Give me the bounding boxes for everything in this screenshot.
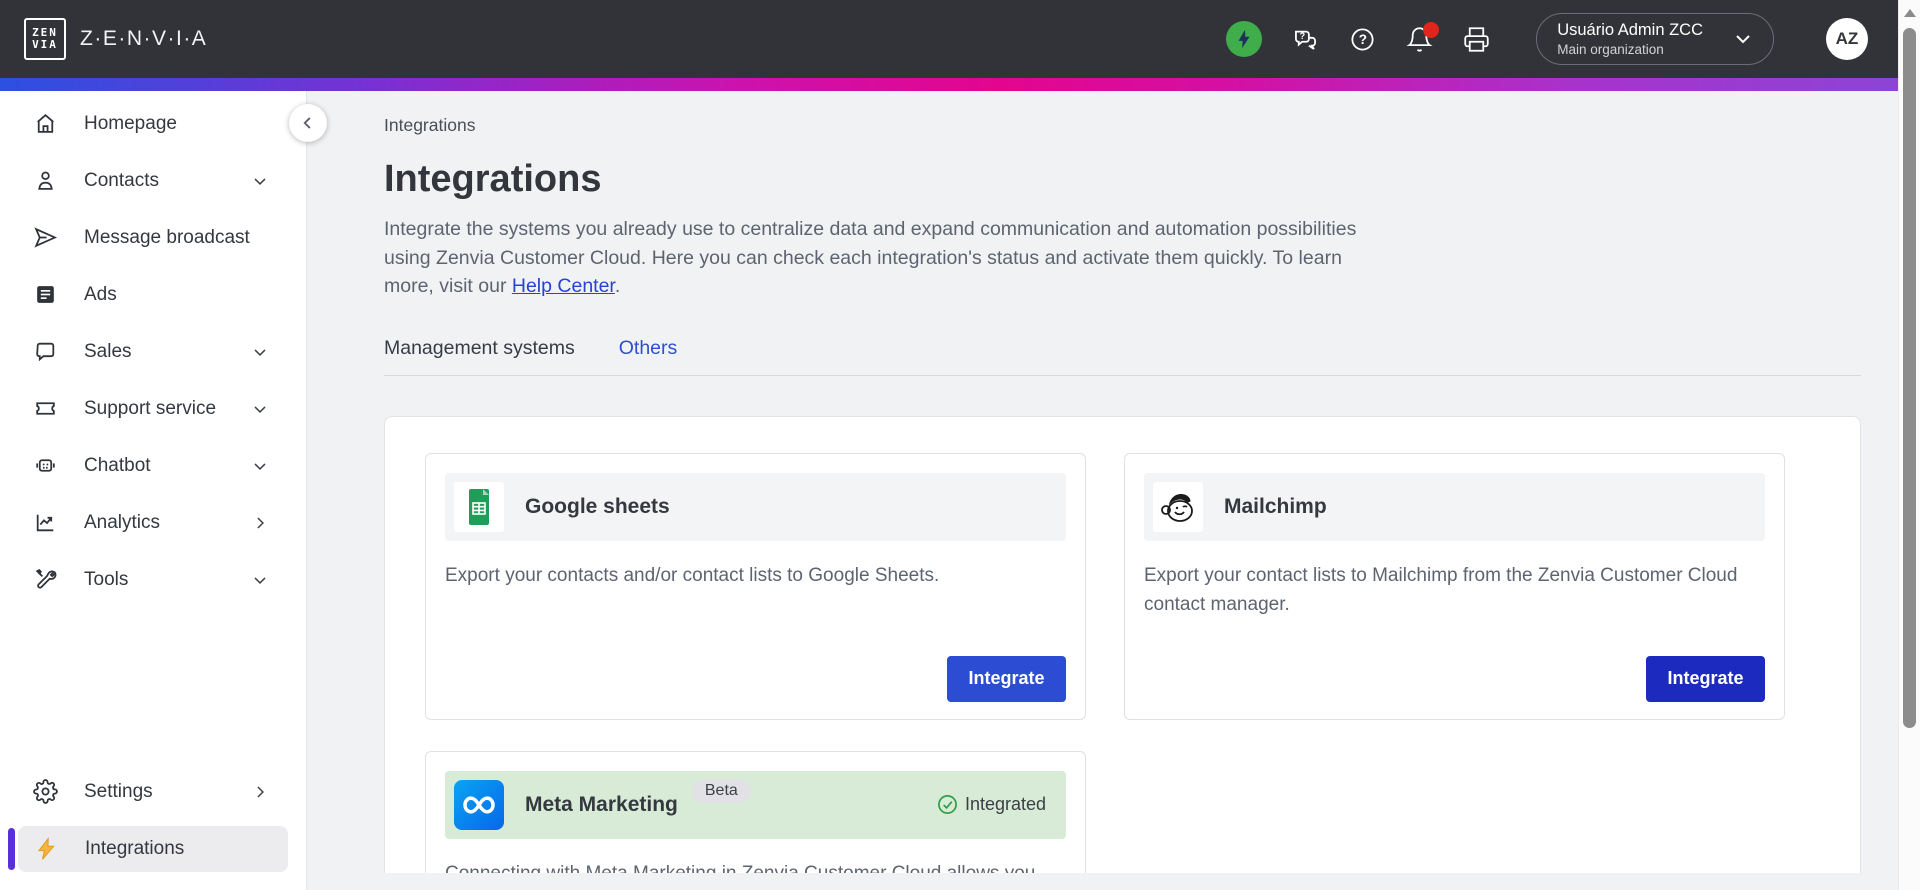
sidebar-item-sales[interactable]: Sales (0, 323, 306, 380)
scrollbar-up-arrow-icon[interactable] (1904, 9, 1916, 17)
card-header: Google sheets (445, 472, 1066, 541)
chat-support-icon[interactable]: ? (1292, 26, 1319, 53)
card-title: Google sheets (525, 494, 670, 518)
sidebar-item-support-service[interactable]: Support service (0, 380, 306, 437)
brand-wordmark: Z·E·N·V·I·A (80, 27, 208, 50)
breadcrumb: Integrations (384, 115, 476, 135)
sidebar-item-contacts[interactable]: Contacts (0, 152, 306, 209)
sidebar-item-label: Sales (84, 340, 132, 362)
printer-icon[interactable] (1463, 26, 1490, 53)
sidebar-item-label: Contacts (84, 169, 159, 191)
tab-bar: Management systems Others (384, 337, 1861, 376)
integrate-button-mailchimp[interactable]: Integrate (1646, 655, 1765, 702)
sidebar-item-message-broadcast[interactable]: Message broadcast (0, 209, 306, 266)
sidebar-item-homepage[interactable]: Homepage (0, 95, 306, 152)
help-icon[interactable]: ? (1349, 26, 1376, 53)
status-lightning-icon[interactable] (1226, 21, 1263, 57)
chevron-down-icon (1736, 35, 1750, 44)
meta-icon (454, 779, 504, 830)
card-header: Meta Marketing Beta Integrated (445, 770, 1066, 839)
avatar-initials: AZ (1835, 29, 1859, 48)
description-period: . (614, 275, 621, 297)
sidebar-item-analytics[interactable]: Analytics (0, 494, 306, 551)
organization-name: Main organization (1557, 42, 1664, 57)
chevron-down-icon (250, 570, 270, 590)
card-title: Mailchimp (1224, 494, 1327, 518)
home-icon (32, 111, 58, 137)
google-sheets-icon (454, 481, 504, 532)
page-description: Integrate the systems you already use to… (384, 215, 1394, 301)
chatbot-icon (32, 453, 58, 479)
zenvia-logo-icon: ZEN VIA (24, 18, 66, 60)
svg-text:?: ? (1359, 32, 1367, 47)
send-icon (32, 225, 58, 251)
page-scrollbar[interactable] (1898, 0, 1920, 890)
sidebar-item-settings[interactable]: Settings (0, 763, 306, 820)
sidebar-item-label: Support service (84, 397, 217, 419)
integration-card-google-sheets: Google sheets Export your contacts and/o… (425, 452, 1086, 720)
notification-badge (1423, 21, 1440, 38)
page-title: Integrations (384, 158, 602, 200)
chevron-down-icon (250, 342, 270, 362)
status-badge: Integrated (937, 794, 1046, 815)
tools-icon (32, 567, 58, 593)
avatar[interactable]: AZ (1826, 18, 1868, 60)
chevron-down-icon (250, 399, 270, 419)
sidebar-item-label: Message broadcast (84, 226, 250, 248)
analytics-icon (32, 510, 58, 536)
sales-icon (32, 339, 58, 365)
sidebar-item-label: Analytics (84, 511, 161, 533)
gear-icon (32, 779, 58, 805)
sidebar-item-chatbot[interactable]: Chatbot (0, 437, 306, 494)
help-center-link[interactable]: Help Center (512, 275, 615, 297)
contacts-icon (32, 168, 58, 194)
top-bar: ZEN VIA Z·E·N·V·I·A ? ? Usuário Admin ZC… (0, 0, 1920, 78)
integrate-button-google-sheets[interactable]: Integrate (947, 655, 1066, 702)
integrations-panel: Google sheets Export your contacts and/o… (384, 415, 1861, 873)
lightning-icon (33, 836, 59, 862)
integration-card-meta-marketing: Meta Marketing Beta Integrated Connectin… (425, 750, 1086, 873)
user-name: Usuário Admin ZCC (1557, 21, 1703, 39)
sidebar-item-label: Homepage (84, 112, 177, 134)
sidebar-item-label: Settings (84, 780, 153, 802)
sidebar-item-tools[interactable]: Tools (0, 551, 306, 608)
ads-icon (32, 282, 58, 308)
ticket-icon (32, 396, 58, 422)
beta-badge: Beta (691, 778, 751, 803)
card-description: Connecting with Meta Marketing in Zenvia… (445, 859, 1066, 873)
mailchimp-icon (1153, 481, 1203, 532)
svg-text:?: ? (1300, 30, 1306, 40)
main-content: Integrations Integrations Integrate the … (307, 91, 1920, 890)
chevron-down-icon (250, 171, 270, 191)
integration-card-mailchimp: Mailchimp Export your contact lists to M… (1124, 452, 1785, 720)
sidebar: Homepage Contacts Message broadcast Ads (0, 91, 307, 890)
chevron-down-icon (250, 456, 270, 476)
status-label: Integrated (964, 794, 1046, 814)
sidebar-item-ads[interactable]: Ads (0, 266, 306, 323)
sidebar-item-label: Ads (84, 283, 117, 305)
chevron-right-icon (250, 513, 270, 533)
sidebar-item-integrations[interactable]: Integrations (18, 826, 288, 872)
card-header: Mailchimp (1144, 472, 1765, 541)
tab-management-systems[interactable]: Management systems (384, 337, 575, 360)
card-title: Meta Marketing (525, 792, 678, 816)
card-description: Export your contacts and/or contact list… (445, 564, 940, 586)
scrollbar-thumb[interactable] (1903, 28, 1916, 728)
logo-text-bottom: VIA (32, 38, 58, 51)
organization-switcher[interactable]: Usuário Admin ZCC Main organization (1536, 13, 1774, 65)
sidebar-item-label: Tools (84, 568, 129, 590)
sidebar-active-indicator: Integrations (0, 826, 306, 872)
sidebar-item-label: Integrations (85, 838, 185, 859)
sidebar-item-label: Chatbot (84, 454, 151, 476)
brand-gradient-bar (0, 78, 1920, 91)
check-circle-icon (937, 795, 957, 814)
sidebar-collapse-button[interactable] (289, 104, 327, 142)
notifications-bell-icon[interactable] (1406, 21, 1440, 53)
card-description: Export your contact lists to Mailchimp f… (1144, 564, 1738, 615)
tab-others[interactable]: Others (619, 337, 678, 360)
chevron-right-icon (250, 782, 270, 802)
